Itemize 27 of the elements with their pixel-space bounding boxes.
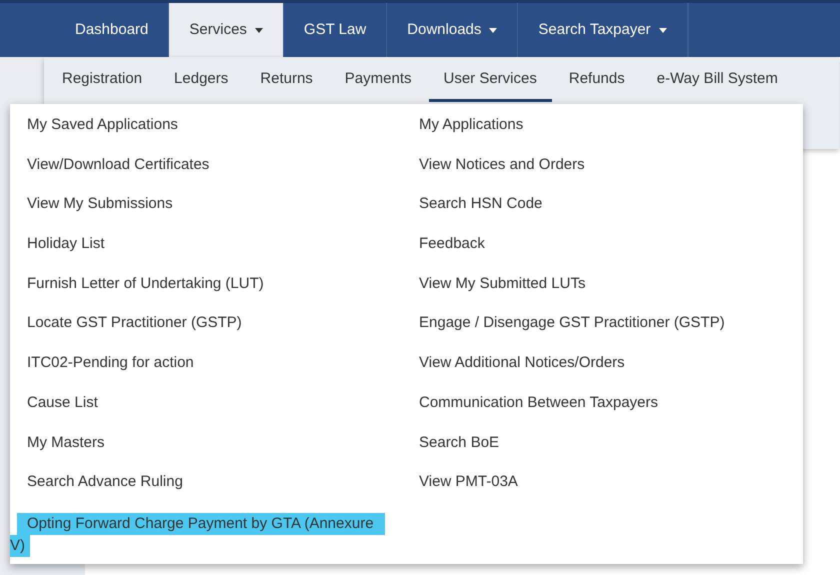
menu-item[interactable]: View PMT-03A [402, 469, 803, 509]
subnav-tab[interactable]: Payments [330, 57, 426, 102]
subnav-tab[interactable]: Refunds [554, 57, 640, 102]
subnav-tab[interactable]: Returns [245, 57, 328, 102]
menu-item[interactable]: Feedback [402, 231, 803, 271]
menu-item[interactable]: View My Submissions [10, 191, 402, 232]
menu-item[interactable]: ITC02-Pending for action [10, 350, 402, 390]
subnav-tab[interactable]: Ledgers [159, 57, 244, 102]
menu-item[interactable]: Search HSN Code [402, 191, 803, 232]
menu-item[interactable]: Locate GST Practitioner (GSTP) [10, 310, 402, 350]
menu-item[interactable]: Search Advance Ruling [10, 469, 402, 509]
menu-item[interactable]: Engage / Disengage GST Practitioner (GSTP) [402, 310, 803, 350]
menu-item[interactable]: My Saved Applications [10, 112, 402, 152]
nav-tab[interactable]: Services [169, 3, 284, 57]
menu-item[interactable]: My Applications [402, 112, 803, 152]
subnav-tab[interactable]: Registration [47, 57, 158, 102]
menu-item[interactable]: Furnish Letter of Undertaking (LUT) [10, 270, 402, 310]
menu-item[interactable]: View Notices and Orders [402, 152, 803, 192]
menu-item[interactable]: View My Submitted LUTs [402, 270, 803, 310]
menu-item[interactable]: View/Download Certificates [10, 152, 402, 192]
menu-item[interactable]: Holiday List [10, 231, 402, 271]
menu-item[interactable]: View Additional Notices/Orders [402, 350, 803, 390]
menu-item[interactable]: My Masters [10, 430, 402, 470]
menu-item[interactable]: Cause List [10, 390, 402, 430]
menu-item[interactable]: Search BoE [402, 430, 803, 470]
menu-item[interactable]: Communication Between Taxpayers [402, 390, 803, 430]
subnav-tab[interactable]: e-Way Bill System [642, 57, 793, 102]
